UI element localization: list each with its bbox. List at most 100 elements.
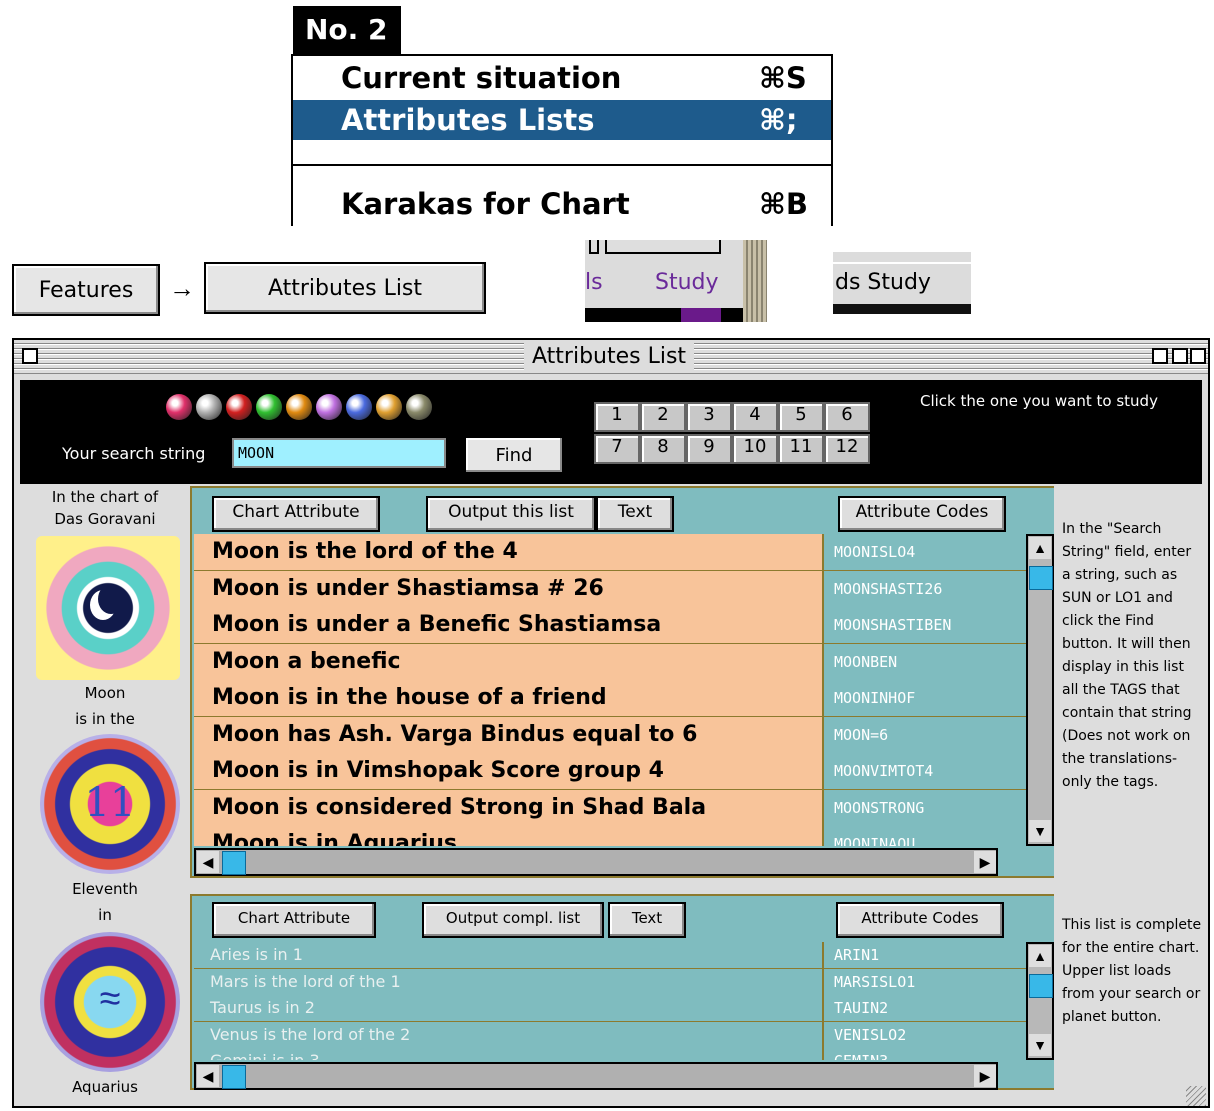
study-label[interactable]: Study: [655, 270, 719, 295]
scroll-thumb[interactable]: [222, 1065, 246, 1089]
house-button[interactable]: 8: [640, 434, 686, 464]
house-button[interactable]: 1: [594, 402, 640, 432]
house-button[interactable]: 12: [824, 434, 870, 464]
texture-strip: [743, 240, 767, 322]
attribute-code: MOONINHOF: [824, 680, 1026, 716]
partial-button-edge: [589, 240, 599, 254]
attribute-codes-button[interactable]: Attribute Codes: [836, 902, 1004, 938]
attribute-code: MOONSTRONG: [824, 789, 1026, 826]
moon-glyph-icon[interactable]: [36, 536, 180, 680]
house-button[interactable]: 5: [778, 402, 824, 432]
house-button[interactable]: 2: [640, 402, 686, 432]
attribute-text: Moon is in Aquarius: [194, 826, 824, 846]
attribute-text: Moon is in the house of a friend: [194, 680, 824, 716]
scroll-thumb[interactable]: [1029, 566, 1053, 590]
partial-button[interactable]: [605, 240, 721, 254]
planet-button-icon[interactable]: [166, 394, 192, 420]
attribute-row[interactable]: Gemini is in 3GEMIN3: [194, 1048, 1026, 1060]
scroll-down-icon[interactable]: ▼: [1029, 820, 1051, 842]
menu-shortcut: ⌘B: [759, 187, 809, 221]
house-button[interactable]: 10: [732, 434, 778, 464]
output-list-button[interactable]: Output this list: [426, 496, 596, 532]
house-glyph-icon[interactable]: 11: [40, 734, 180, 874]
scroll-left-icon[interactable]: ◀: [197, 851, 219, 873]
house-number-label: 11: [84, 780, 136, 826]
attribute-row[interactable]: Taurus is in 2 TAUIN2: [194, 995, 1026, 1023]
menu-item-attributes-lists[interactable]: Attributes Lists ⌘;: [293, 100, 831, 140]
house-button[interactable]: 11: [778, 434, 824, 464]
window-title: Attributes List: [524, 343, 695, 371]
zoom-box-icon[interactable]: [1172, 348, 1188, 364]
features-button[interactable]: Features: [12, 264, 160, 316]
scroll-down-icon[interactable]: ▼: [1029, 1034, 1051, 1056]
chart-attribute-button[interactable]: Chart Attribute: [212, 902, 376, 938]
scroll-thumb[interactable]: [222, 851, 246, 875]
menu-shortcut: ⌘;: [759, 103, 798, 137]
attribute-code: MOONSHASTIBEN: [824, 607, 1026, 643]
scroll-left-icon[interactable]: ◀: [197, 1065, 219, 1087]
lower-vertical-scrollbar[interactable]: ▲ ▼: [1026, 942, 1054, 1060]
resize-grip-icon[interactable]: [1186, 1086, 1206, 1106]
scroll-right-icon[interactable]: ▶: [974, 1065, 996, 1087]
lower-attribute-list: Aries is in 1 ARIN1 Mars is the lord of th…: [194, 942, 1026, 1060]
attribute-row[interactable]: Moon is in the house of a friend MOONINHO…: [194, 680, 1026, 718]
aquarius-glyph-icon[interactable]: ≈: [40, 932, 180, 1072]
house-button[interactable]: 3: [686, 402, 732, 432]
attribute-row[interactable]: Moon is in Vimshopak Score group 4 MOONVI…: [194, 753, 1026, 791]
upper-horizontal-scrollbar[interactable]: ◀ ▶: [194, 848, 998, 876]
house-button[interactable]: 7: [594, 434, 640, 464]
attribute-code: MOONISLO4: [824, 534, 1026, 570]
planet-button-icon[interactable]: [286, 394, 312, 420]
dropdown-menu: Current situation ⌘S Attributes Lists ⌘;…: [291, 54, 833, 226]
attribute-row[interactable]: Moon has Ash. Varga Bindus equal to 6 MOO…: [194, 716, 1026, 755]
attribute-row[interactable]: Moon is considered Strong in Shad Bala MO…: [194, 789, 1026, 828]
attribute-row[interactable]: Moon a benefic MOONBEN: [194, 643, 1026, 682]
attributes-list-button[interactable]: Attributes List: [204, 262, 486, 314]
menu-item-karakas-for-chart[interactable]: Karakas for Chart ⌘B: [293, 184, 831, 224]
close-box-icon[interactable]: [22, 348, 38, 364]
attribute-text: Mars is the lord of the 1: [194, 968, 824, 995]
menu-item-current-situation[interactable]: Current situation ⌘S: [293, 58, 831, 98]
upper-attributes-panel: Chart Attribute Output this list Text At…: [190, 486, 1056, 878]
house-button[interactable]: 4: [732, 402, 778, 432]
search-label: Your search string: [62, 444, 206, 463]
upper-vertical-scrollbar[interactable]: ▲ ▼: [1026, 534, 1054, 846]
planet-button-icon[interactable]: [316, 394, 342, 420]
output-complete-list-button[interactable]: Output compl. list: [422, 902, 604, 938]
fragment-label: ls: [585, 270, 603, 295]
planet-button-icon[interactable]: [226, 394, 252, 420]
attribute-row[interactable]: Moon is under a Benefic Shastiamsa MOONSH…: [194, 607, 1026, 645]
sign-name: Aquarius: [72, 1078, 138, 1096]
search-input[interactable]: [232, 438, 446, 468]
attribute-row[interactable]: Moon is the lord of the 4 MOONISLO4: [194, 534, 1026, 572]
planet-button-icon[interactable]: [346, 394, 372, 420]
study-label[interactable]: ds Study: [835, 270, 931, 295]
scroll-up-icon[interactable]: ▲: [1029, 537, 1051, 559]
title-bar[interactable]: Attributes List: [14, 340, 1208, 374]
chart-attribute-button[interactable]: Chart Attribute: [212, 496, 380, 532]
attribute-row[interactable]: Mars is the lord of the 1 MARSISLO1: [194, 968, 1026, 997]
scroll-up-icon[interactable]: ▲: [1029, 945, 1051, 967]
attribute-row[interactable]: Venus is the lord of the 2 VENISLO2: [194, 1021, 1026, 1050]
windowshade-box-icon[interactable]: [1190, 348, 1206, 364]
planet-button-icon[interactable]: [376, 394, 402, 420]
menu-separator: [293, 164, 831, 166]
collapse-box-icon[interactable]: [1152, 348, 1168, 364]
attribute-codes-button[interactable]: Attribute Codes: [838, 496, 1006, 532]
scroll-thumb[interactable]: [1029, 974, 1053, 998]
attribute-row[interactable]: Moon is under Shastiamsa # 26 MOONSHASTI2…: [194, 570, 1026, 609]
planet-button-icon[interactable]: [256, 394, 282, 420]
attribute-row[interactable]: Moon is in Aquarius MOONINAQU: [194, 826, 1026, 846]
attribute-row[interactable]: Aries is in 1 ARIN1: [194, 942, 1026, 970]
find-button[interactable]: Find: [464, 436, 564, 474]
menu-title-no2[interactable]: No. 2: [293, 6, 401, 54]
house-button[interactable]: 9: [686, 434, 732, 464]
house-button[interactable]: 6: [824, 402, 870, 432]
planet-button-icon[interactable]: [196, 394, 222, 420]
scroll-right-icon[interactable]: ▶: [974, 851, 996, 873]
attribute-text: Moon is the lord of the 4: [194, 534, 824, 570]
text-button[interactable]: Text: [596, 496, 674, 532]
text-button[interactable]: Text: [608, 902, 686, 938]
planet-button-icon[interactable]: [406, 394, 432, 420]
lower-horizontal-scrollbar[interactable]: ◀ ▶: [194, 1062, 998, 1090]
